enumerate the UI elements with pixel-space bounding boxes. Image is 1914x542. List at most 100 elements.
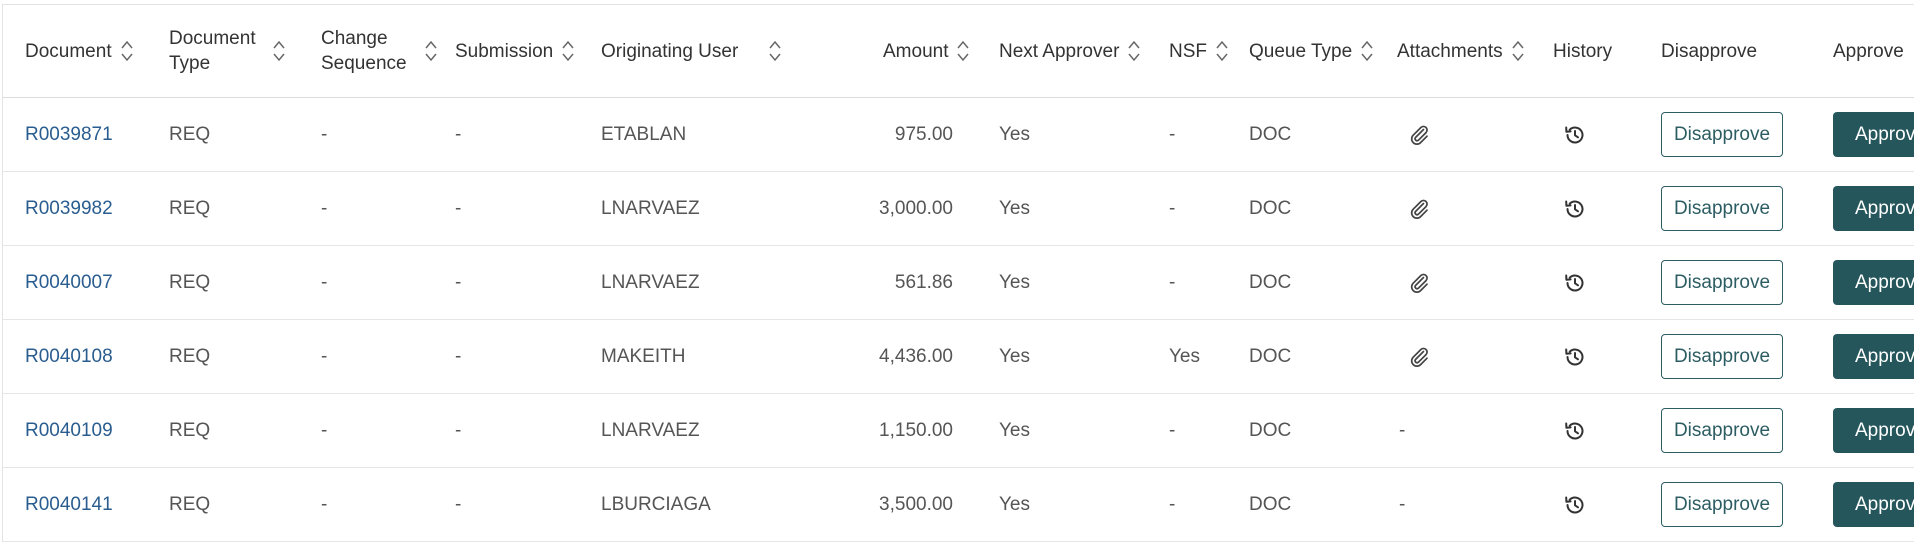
approve-button[interactable]: Approve <box>1833 112 1914 157</box>
attachments-cell[interactable] <box>1407 172 1431 245</box>
approve-button[interactable]: Approve <box>1833 260 1914 305</box>
header-nsf[interactable]: NSF <box>1169 5 1229 97</box>
disapprove-button[interactable]: Disapprove <box>1661 334 1783 379</box>
submission-cell: - <box>455 345 462 367</box>
disapprove-button[interactable]: Disapprove <box>1661 112 1783 157</box>
approve-button[interactable]: Approve <box>1833 186 1914 231</box>
header-document-type[interactable]: Document Type <box>169 5 286 97</box>
queue-type-cell: DOC <box>1249 493 1292 515</box>
attachments-cell: - <box>1399 493 1406 515</box>
next-approver-cell: Yes <box>999 493 1030 515</box>
change-sequence-cell: - <box>321 271 328 293</box>
change-sequence-cell: - <box>321 493 328 515</box>
originating-user-cell: LNARVAEZ <box>601 419 700 441</box>
queue-type-cell: DOC <box>1249 345 1292 367</box>
queue-type-cell: DOC <box>1249 123 1292 145</box>
document-type-cell: REQ <box>169 271 211 293</box>
next-approver-cell: Yes <box>999 123 1030 145</box>
history-icon[interactable] <box>1563 197 1587 221</box>
attachments-cell[interactable] <box>1407 320 1431 393</box>
history-icon[interactable] <box>1563 493 1587 517</box>
header-amount[interactable]: Amount <box>883 5 970 97</box>
header-change-sequence[interactable]: Change Sequence <box>321 5 438 97</box>
approve-button[interactable]: Approve <box>1833 482 1914 527</box>
disapprove-button[interactable]: Disapprove <box>1661 482 1783 527</box>
document-link[interactable]: R0040141 <box>25 468 113 541</box>
document-link[interactable]: R0040007 <box>25 246 113 319</box>
sort-icon[interactable] <box>424 38 438 64</box>
document-link[interactable]: R0040108 <box>25 320 113 393</box>
history-cell[interactable] <box>1563 98 1587 171</box>
history-cell[interactable] <box>1563 172 1587 245</box>
nsf-cell: - <box>1169 197 1176 219</box>
attachments-cell[interactable] <box>1407 98 1431 171</box>
document-link[interactable]: R0039871 <box>25 98 113 171</box>
history-cell[interactable] <box>1563 394 1587 467</box>
next-approver-cell: Yes <box>999 197 1030 219</box>
nsf-cell: - <box>1169 271 1176 293</box>
nsf-cell: - <box>1169 123 1176 145</box>
attachments-cell[interactable] <box>1407 246 1431 319</box>
nsf-cell: - <box>1169 419 1176 441</box>
disapprove-button[interactable]: Disapprove <box>1661 260 1783 305</box>
change-sequence-cell: - <box>321 197 328 219</box>
originating-user-cell: MAKEITH <box>601 345 686 367</box>
originating-user-cell: LBURCIAGA <box>601 493 711 515</box>
history-icon[interactable] <box>1563 345 1587 369</box>
header-disapprove: Disapprove <box>1661 40 1758 62</box>
history-cell[interactable] <box>1563 246 1587 319</box>
table-body: R0039871 REQ - - ETABLAN 975.00 Yes - DOC Disappr… <box>3 98 1914 542</box>
sort-icon[interactable] <box>1127 38 1141 64</box>
header-queue-type[interactable]: Queue Type <box>1249 5 1374 97</box>
sort-icon[interactable] <box>561 38 575 64</box>
header-approve: Approve <box>1833 40 1904 62</box>
nsf-cell: - <box>1169 493 1176 515</box>
disapprove-button[interactable]: Disapprove <box>1661 186 1783 231</box>
change-sequence-cell: - <box>321 419 328 441</box>
document-type-cell: REQ <box>169 197 211 219</box>
sort-icon[interactable] <box>272 38 286 64</box>
next-approver-cell: Yes <box>999 345 1030 367</box>
sort-icon[interactable] <box>956 38 970 64</box>
document-type-cell: REQ <box>169 493 211 515</box>
document-type-cell: REQ <box>169 345 211 367</box>
table-row: R0040109 REQ - - LNARVAEZ 1,150.00 Yes - DOC - Dis… <box>3 394 1914 468</box>
disapprove-button[interactable]: Disapprove <box>1661 408 1783 453</box>
sort-icon[interactable] <box>1360 38 1374 64</box>
history-icon[interactable] <box>1563 271 1587 295</box>
paperclip-icon[interactable] <box>1407 123 1431 147</box>
sort-icon[interactable] <box>768 38 782 64</box>
next-approver-cell: Yes <box>999 419 1030 441</box>
approve-button[interactable]: Approve <box>1833 334 1914 379</box>
sort-icon[interactable] <box>1511 38 1525 64</box>
header-next-approver[interactable]: Next Approver <box>999 5 1141 97</box>
history-cell[interactable] <box>1563 468 1587 541</box>
header-document[interactable]: Document <box>25 5 134 97</box>
paperclip-icon[interactable] <box>1407 345 1431 369</box>
paperclip-icon[interactable] <box>1407 271 1431 295</box>
history-cell[interactable] <box>1563 320 1587 393</box>
history-icon[interactable] <box>1563 419 1587 443</box>
amount-cell: 975.00 <box>894 123 953 145</box>
table-header-row: Document Document Type Change Sequence S… <box>3 5 1914 98</box>
sort-icon[interactable] <box>1215 38 1229 64</box>
header-submission[interactable]: Submission <box>455 5 575 97</box>
document-link[interactable]: R0039982 <box>25 172 113 245</box>
originating-user-cell: LNARVAEZ <box>601 271 700 293</box>
change-sequence-cell: - <box>321 123 328 145</box>
document-link[interactable]: R0040109 <box>25 394 113 467</box>
queue-type-cell: DOC <box>1249 419 1292 441</box>
amount-cell: 561.86 <box>894 271 953 293</box>
queue-type-cell: DOC <box>1249 197 1292 219</box>
submission-cell: - <box>455 271 462 293</box>
history-icon[interactable] <box>1563 123 1587 147</box>
paperclip-icon[interactable] <box>1407 197 1431 221</box>
header-attachments[interactable]: Attachments <box>1397 5 1525 97</box>
document-type-cell: REQ <box>169 419 211 441</box>
amount-cell: 3,000.00 <box>879 197 953 219</box>
approve-button[interactable]: Approve <box>1833 408 1914 453</box>
sort-icon[interactable] <box>120 38 134 64</box>
header-originating-user[interactable]: Originating User <box>601 5 782 97</box>
queue-type-cell: DOC <box>1249 271 1292 293</box>
amount-cell: 1,150.00 <box>879 419 953 441</box>
